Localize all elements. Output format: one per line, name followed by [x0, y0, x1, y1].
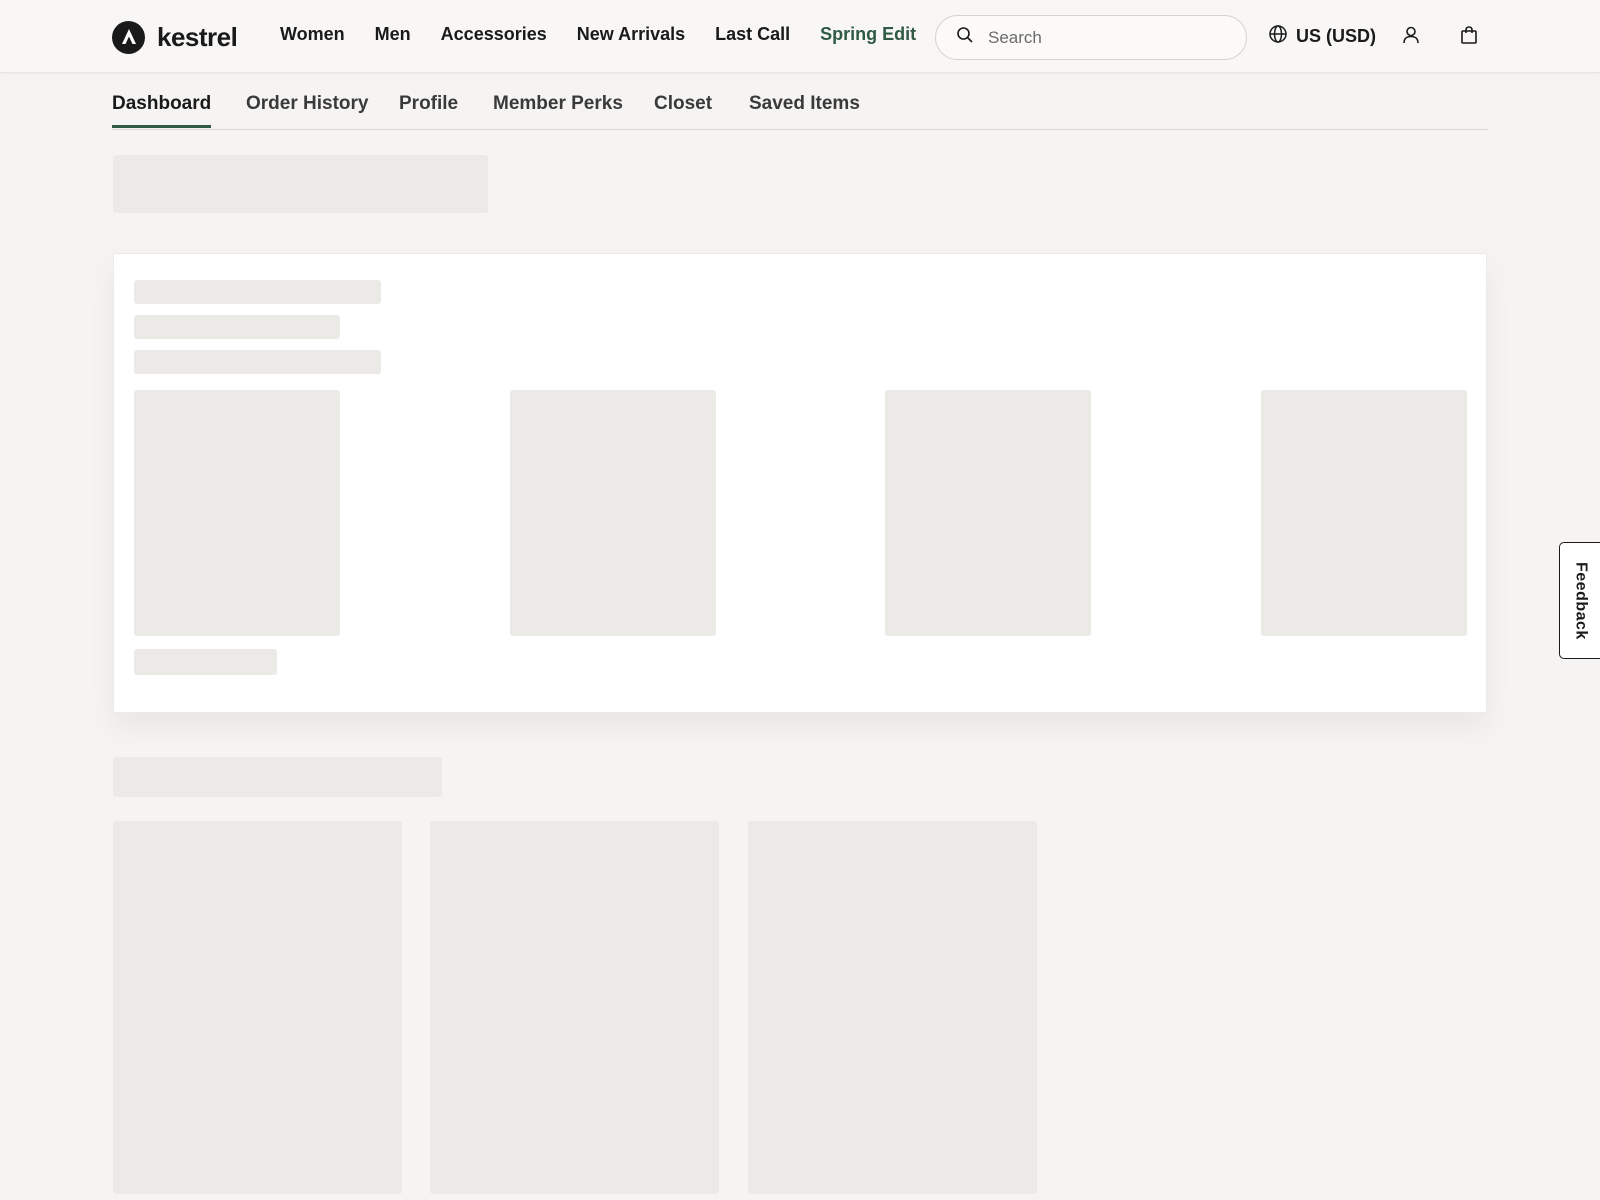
skeleton-product-card — [748, 821, 1037, 1194]
account-button[interactable] — [1399, 25, 1423, 49]
skeleton-line — [134, 280, 381, 304]
user-icon — [1401, 25, 1421, 50]
dashboard-card-skeleton — [113, 253, 1487, 713]
skeleton-line — [134, 649, 277, 675]
site-header: kestrel Women Men Accessories New Arriva… — [0, 0, 1600, 73]
nav-spring-edit[interactable]: Spring Edit — [820, 24, 916, 45]
nav-women[interactable]: Women — [280, 24, 345, 45]
skeleton-product-card — [430, 821, 719, 1194]
brand-name: kestrel — [157, 21, 238, 52]
locale-label: US (USD) — [1296, 26, 1376, 46]
skeleton-product-card — [113, 821, 402, 1194]
feedback-tab[interactable]: Feedback — [1559, 542, 1600, 659]
search-box[interactable] — [935, 15, 1247, 60]
tab-order-history[interactable]: Order History — [246, 93, 368, 127]
nav-accessories[interactable]: Accessories — [441, 24, 547, 45]
tab-dashboard[interactable]: Dashboard — [112, 93, 212, 128]
feedback-label: Feedback — [1572, 561, 1590, 640]
tab-closet[interactable]: Closet — [654, 93, 712, 127]
globe-icon — [1268, 24, 1288, 49]
skeleton-line — [134, 350, 381, 374]
main-nav: Women Men Accessories New Arrivals Last … — [280, 24, 946, 45]
locale-selector[interactable]: US (USD) — [1268, 24, 1376, 49]
search-input[interactable] — [988, 27, 1228, 48]
kestrel-logo-icon — [112, 20, 145, 54]
skeleton-tile — [885, 390, 1091, 636]
account-tabs: Dashboard Order History Profile Member P… — [112, 73, 1488, 130]
nav-new-arrivals[interactable]: New Arrivals — [577, 24, 685, 45]
skeleton-tile — [510, 390, 716, 636]
skeleton-tile — [1261, 390, 1467, 636]
search-icon — [956, 26, 974, 49]
nav-men[interactable]: Men — [375, 24, 411, 45]
cart-button[interactable] — [1457, 25, 1481, 49]
tab-member-perks[interactable]: Member Perks — [493, 93, 623, 127]
tab-saved-items[interactable]: Saved Items — [749, 93, 860, 127]
skeleton-section-heading — [113, 757, 442, 797]
skeleton-page-heading — [113, 155, 488, 213]
skeleton-tile — [134, 390, 340, 636]
brand-logo[interactable]: kestrel — [112, 20, 238, 54]
nav-last-call[interactable]: Last Call — [715, 24, 790, 45]
tab-profile[interactable]: Profile — [399, 93, 458, 127]
shopping-bag-icon — [1459, 25, 1479, 50]
skeleton-line — [134, 315, 340, 339]
